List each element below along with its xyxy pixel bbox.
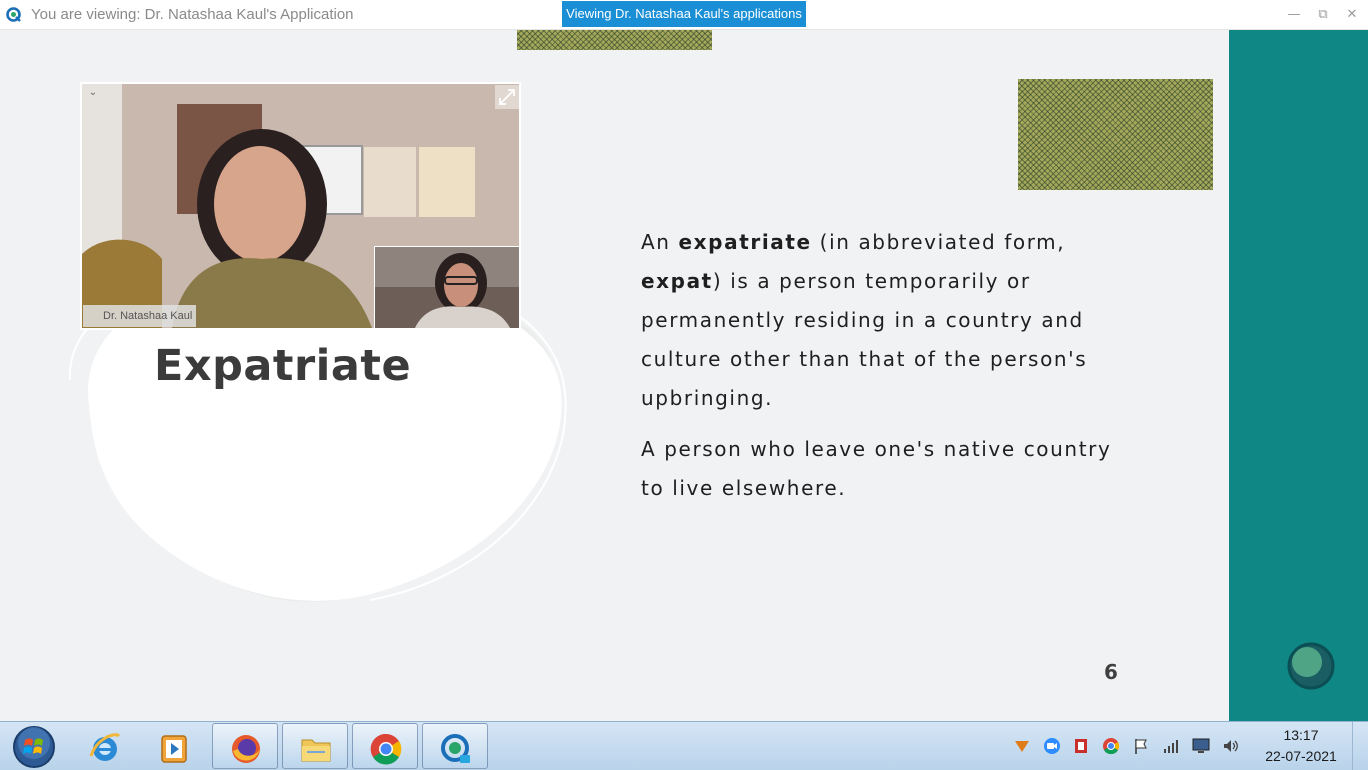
expand-icon (499, 89, 515, 105)
slide-body: An expatriate (in abbreviated form, expa… (641, 223, 1121, 520)
expand-video-button[interactable] (495, 85, 519, 109)
zoom-tray-icon[interactable] (1042, 736, 1062, 756)
security-tray-icon[interactable] (1071, 736, 1091, 756)
folder-icon (301, 739, 331, 762)
self-view-video[interactable] (374, 246, 520, 329)
minimize-button[interactable]: — (1283, 5, 1305, 25)
show-desktop-button[interactable] (1352, 722, 1368, 770)
clock-date[interactable]: 22-07-2021 (1256, 748, 1346, 764)
taskbar-firefox[interactable] (212, 723, 278, 769)
screen: You are viewing: Dr. Natashaa Kaul's App… (0, 0, 1368, 770)
display-monitor-icon[interactable] (1191, 736, 1211, 756)
window-title: You are viewing: Dr. Natashaa Kaul's App… (31, 6, 354, 23)
taskbar-meeting-app[interactable] (422, 723, 488, 769)
slide-accent-bar (1229, 30, 1368, 721)
taskbar-file-explorer[interactable] (282, 723, 348, 769)
firefox-icon (232, 735, 260, 763)
slide-title: Expatriate (154, 341, 412, 391)
decorative-circle-icon (1287, 642, 1335, 690)
restore-button[interactable]: ⧉ (1312, 5, 1334, 25)
taskbar-internet-explorer[interactable] (72, 723, 138, 769)
media-player-icon (161, 735, 187, 763)
clock-time[interactable]: 13:17 (1262, 727, 1340, 743)
close-button[interactable]: ✕ (1341, 5, 1363, 25)
vlc-tray-icon[interactable] (1012, 736, 1032, 756)
internet-explorer-icon (89, 733, 121, 761)
taskbar: 13:17 22-07-2021 (0, 721, 1368, 770)
self-view-frame (375, 247, 519, 328)
secondary-paragraph: A person who leave one's native country … (641, 437, 1112, 500)
app-logo-icon (6, 7, 21, 22)
chrome-icon (370, 733, 402, 765)
volume-icon[interactable] (1221, 736, 1241, 756)
slide-number: 6 (1104, 660, 1118, 684)
chevron-down-icon[interactable]: ⌄ (86, 86, 100, 100)
meeting-app-icon (441, 734, 470, 763)
decorative-pattern-top (517, 30, 712, 50)
chrome-tray-icon[interactable] (1101, 736, 1121, 756)
viewing-banner[interactable]: Viewing Dr. Natashaa Kaul's applications (562, 1, 806, 27)
start-button[interactable] (12, 725, 56, 769)
decorative-pattern-right (1018, 79, 1213, 190)
network-signal-icon[interactable] (1161, 736, 1181, 756)
taskbar-chrome[interactable] (352, 723, 418, 769)
definition-paragraph: An expatriate (in abbreviated form, expa… (641, 230, 1088, 410)
taskbar-media-player[interactable] (141, 723, 207, 769)
action-center-flag-icon[interactable] (1131, 736, 1151, 756)
presenter-name-tag: Dr. Natashaa Kaul (83, 305, 196, 327)
